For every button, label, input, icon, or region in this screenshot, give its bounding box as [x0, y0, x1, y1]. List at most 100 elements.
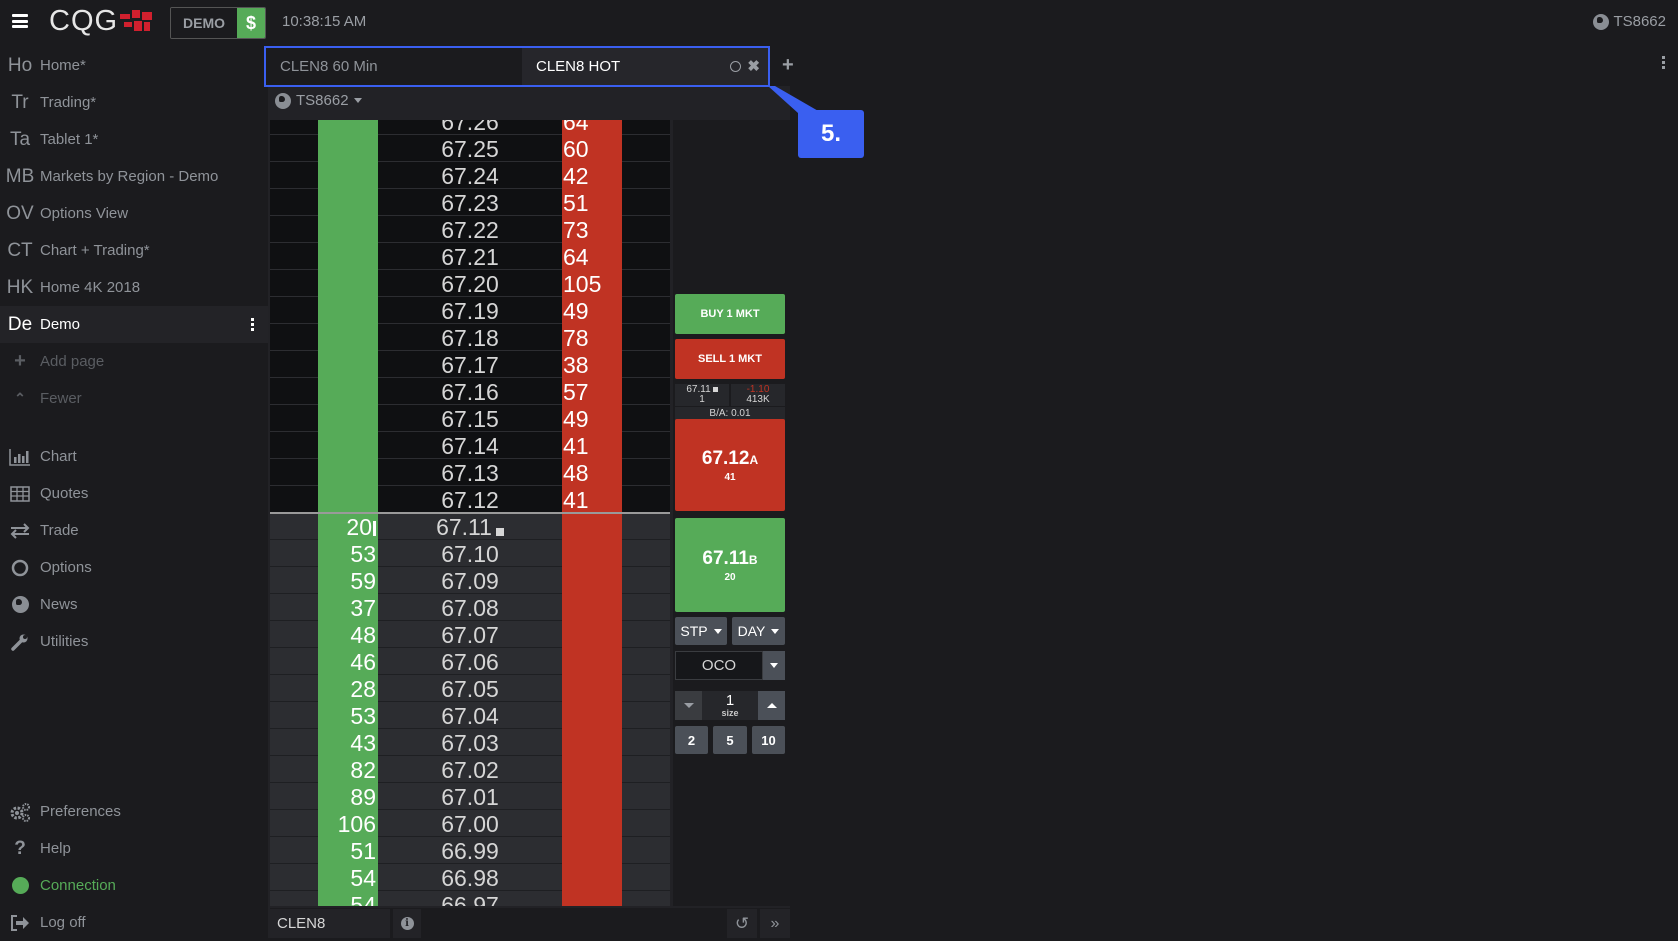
ladder-row[interactable]: 53 67.04	[270, 702, 670, 729]
widget-account-selector[interactable]: TS8662	[275, 92, 362, 109]
buy-order-cell[interactable]	[270, 243, 318, 270]
buy-order-cell[interactable]	[270, 594, 318, 621]
ladder-row[interactable]: 43 67.03	[270, 729, 670, 756]
ask-size-cell[interactable]: 60	[562, 135, 622, 162]
price-cell[interactable]: 66.99	[378, 837, 562, 864]
sell-order-cell[interactable]	[622, 405, 670, 432]
sidebar-page-demo[interactable]: De Demo	[0, 306, 268, 343]
ladder-row[interactable]: 59 67.09	[270, 567, 670, 594]
sell-market-button[interactable]: SELL 1 MKT	[675, 339, 785, 379]
workspace-menu-icon[interactable]	[1662, 56, 1666, 71]
ladder-row[interactable]: 54 66.98	[270, 864, 670, 891]
bid-size-cell[interactable]	[318, 405, 378, 432]
price-cell[interactable]: 67.09	[378, 567, 562, 594]
buy-order-cell[interactable]	[270, 621, 318, 648]
ladder-row[interactable]: 20 67.11	[270, 513, 670, 540]
ladder-row[interactable]: 82 67.02	[270, 756, 670, 783]
ask-size-cell[interactable]: 57	[562, 378, 622, 405]
price-cell[interactable]: 66.97	[378, 891, 562, 906]
ladder-row[interactable]: 37 67.08	[270, 594, 670, 621]
sell-order-cell[interactable]	[622, 675, 670, 702]
sidebar-page-markets-by-region[interactable]: MB Markets by Region - Demo	[0, 158, 268, 195]
sidebar-page-home-4k[interactable]: HK Home 4K 2018	[0, 269, 268, 306]
bid-size-cell[interactable]: 48	[318, 621, 378, 648]
sell-order-cell[interactable]	[622, 594, 670, 621]
ladder-row[interactable]: 89 67.01	[270, 783, 670, 810]
sell-order-cell[interactable]	[622, 486, 670, 513]
bid-size-cell[interactable]: 53	[318, 702, 378, 729]
sell-order-cell[interactable]	[622, 837, 670, 864]
quick-size-10-button[interactable]: 10	[752, 726, 785, 754]
buy-order-cell[interactable]	[270, 540, 318, 567]
buy-order-cell[interactable]	[270, 783, 318, 810]
buy-order-cell[interactable]	[270, 756, 318, 783]
price-cell[interactable]: 67.14	[378, 432, 562, 459]
ladder-row[interactable]: 67.21 64	[270, 243, 670, 270]
tab-clen8-60-min[interactable]: CLEN8 60 Min	[266, 48, 522, 85]
ask-size-cell[interactable]: 42	[562, 162, 622, 189]
price-cell[interactable]: 67.10	[378, 540, 562, 567]
sidebar-help[interactable]: ? Help	[0, 830, 268, 867]
size-increment-button[interactable]	[758, 691, 785, 720]
price-cell[interactable]: 67.15	[378, 405, 562, 432]
ask-size-cell[interactable]	[562, 621, 622, 648]
price-cell[interactable]: 67.08	[378, 594, 562, 621]
bid-size-cell[interactable]: 20	[318, 513, 378, 540]
sell-order-cell[interactable]	[622, 756, 670, 783]
sidebar-page-tablet[interactable]: Ta Tablet 1*	[0, 121, 268, 158]
ladder-row[interactable]: 67.23 51	[270, 189, 670, 216]
ask-size-cell[interactable]	[562, 891, 622, 906]
ask-size-cell[interactable]	[562, 729, 622, 756]
close-tab-icon[interactable]: ✖	[747, 59, 760, 74]
sidebar-widget-options[interactable]: Options	[0, 549, 268, 586]
price-cell[interactable]: 67.06	[378, 648, 562, 675]
bid-size-cell[interactable]	[318, 189, 378, 216]
buy-order-cell[interactable]	[270, 120, 318, 135]
ask-size-cell[interactable]	[562, 837, 622, 864]
sell-order-cell[interactable]	[622, 189, 670, 216]
oco-select[interactable]: OCO	[675, 651, 785, 680]
order-type-dropdown[interactable]: STP	[675, 617, 727, 645]
bid-size-cell[interactable]: 28	[318, 675, 378, 702]
ladder-row[interactable]: 28 67.05	[270, 675, 670, 702]
sidebar-widget-utilities[interactable]: Utilities	[0, 623, 268, 660]
ask-size-cell[interactable]: 38	[562, 351, 622, 378]
bid-size-cell[interactable]	[318, 486, 378, 513]
buy-order-cell[interactable]	[270, 351, 318, 378]
bid-size-cell[interactable]	[318, 120, 378, 135]
ask-size-cell[interactable]	[562, 864, 622, 891]
sell-order-cell[interactable]	[622, 162, 670, 189]
bid-size-cell[interactable]: 51	[318, 837, 378, 864]
sell-order-cell[interactable]	[622, 810, 670, 837]
price-cell[interactable]: 67.20	[378, 270, 562, 297]
bid-size-cell[interactable]: 37	[318, 594, 378, 621]
ladder-row[interactable]: 67.17 38	[270, 351, 670, 378]
duration-dropdown[interactable]: DAY	[732, 617, 785, 645]
price-cell[interactable]: 67.05	[378, 675, 562, 702]
price-cell[interactable]: 67.22	[378, 216, 562, 243]
buy-order-cell[interactable]	[270, 729, 318, 756]
ask-size-cell[interactable]	[562, 540, 622, 567]
link-ring-icon[interactable]	[730, 61, 742, 72]
price-cell[interactable]: 67.18	[378, 324, 562, 351]
buy-order-cell[interactable]	[270, 864, 318, 891]
sell-order-cell[interactable]	[622, 351, 670, 378]
buy-order-cell[interactable]	[270, 135, 318, 162]
bid-size-cell[interactable]: 106	[318, 810, 378, 837]
price-cell[interactable]: 67.23	[378, 189, 562, 216]
ask-size-cell[interactable]: 64	[562, 243, 622, 270]
buy-order-cell[interactable]	[270, 891, 318, 906]
sell-order-cell[interactable]	[622, 621, 670, 648]
ladder-row[interactable]: 67.18 78	[270, 324, 670, 351]
price-cell[interactable]: 67.17	[378, 351, 562, 378]
price-cell[interactable]: 67.07	[378, 621, 562, 648]
sidebar-page-trading[interactable]: Tr Trading*	[0, 84, 268, 121]
price-ladder[interactable]: 67.26 64 67.25 60 67.24 42 67.23 51 67.22 73 67.21…	[270, 120, 670, 906]
bid-size-cell[interactable]	[318, 459, 378, 486]
sell-order-cell[interactable]	[622, 216, 670, 243]
price-cell[interactable]: 67.21	[378, 243, 562, 270]
hamburger-menu-icon[interactable]	[12, 14, 28, 28]
bid-size-cell[interactable]: 89	[318, 783, 378, 810]
price-cell[interactable]: 66.98	[378, 864, 562, 891]
sell-order-cell[interactable]	[622, 459, 670, 486]
